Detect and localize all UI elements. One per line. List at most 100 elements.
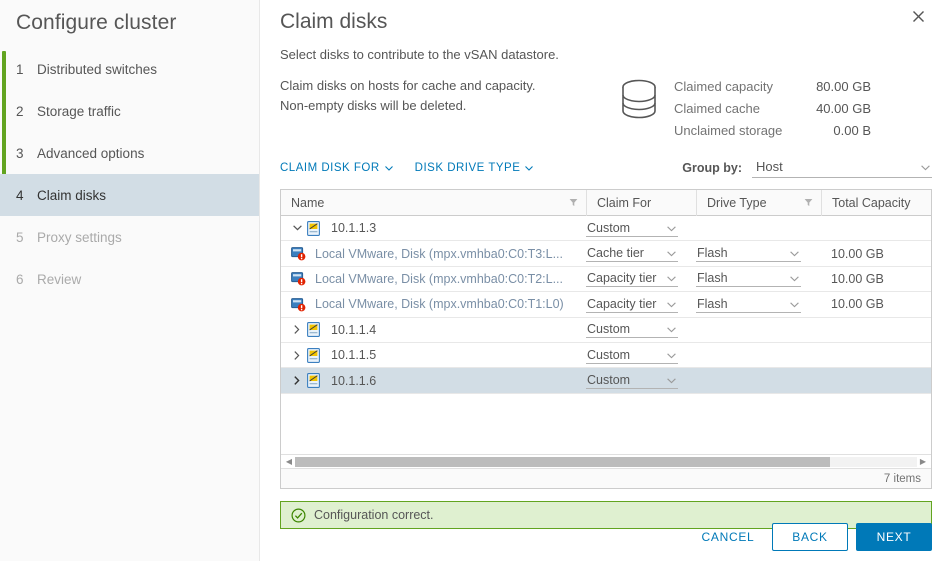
sidebar-step-storage-traffic[interactable]: 2 Storage traffic xyxy=(0,90,259,132)
horizontal-scrollbar[interactable]: ◀ ▶ xyxy=(281,454,931,468)
chevron-down-icon xyxy=(525,162,534,174)
claim-for-value: Capacity tier xyxy=(587,271,657,286)
row-name-cell: Local VMware, Disk (mpx.vmhba0:C0:T3:L..… xyxy=(281,241,586,265)
row-name-cell: 10.1.1.5 xyxy=(281,343,586,367)
back-button[interactable]: BACK xyxy=(772,523,848,551)
description-line-1: Claim disks on hosts for cache and capac… xyxy=(280,78,536,93)
claim-disks-panel: Claim disks Select disks to contribute t… xyxy=(260,0,940,561)
filter-icon[interactable] xyxy=(569,196,578,210)
group-by-label: Group by: xyxy=(682,161,742,175)
capacity-label: Claimed capacity xyxy=(674,79,773,94)
row-claim-cell: Custom xyxy=(586,368,696,392)
host-icon xyxy=(307,220,325,236)
next-button[interactable]: NEXT xyxy=(856,523,932,551)
claim-description: Claim disks on hosts for cache and capac… xyxy=(280,76,610,116)
step-number: 6 xyxy=(16,271,24,287)
sidebar-step-claim-disks[interactable]: 4 Claim disks xyxy=(0,174,259,216)
column-header-total-capacity[interactable]: Total Capacity xyxy=(821,189,931,216)
column-header-name[interactable]: Name xyxy=(281,190,586,216)
table-header-row: Name Claim For Drive Type Total Capacity xyxy=(281,189,931,216)
row-claim-cell: Custom xyxy=(586,216,696,240)
claim-for-select[interactable]: Custom xyxy=(586,347,678,364)
table-row[interactable]: 10.1.1.3 Custom xyxy=(281,216,931,242)
check-circle-icon xyxy=(291,507,306,523)
disk-error-icon xyxy=(291,297,309,312)
column-label: Drive Type xyxy=(707,195,767,210)
table-row[interactable]: 10.1.1.6 Custom xyxy=(281,368,931,394)
drive-type-select[interactable]: Flash xyxy=(696,270,801,288)
triangle-left-icon[interactable]: ◀ xyxy=(283,457,295,466)
drive-type-value: Flash xyxy=(697,271,728,286)
filter-label: CLAIM DISK FOR xyxy=(280,162,380,174)
step-label: Claim disks xyxy=(37,187,107,203)
sidebar-step-advanced-options[interactable]: 3 Advanced options xyxy=(0,132,259,174)
column-header-drive-type[interactable]: Drive Type xyxy=(696,189,821,216)
row-capacity-cell xyxy=(821,318,931,342)
step-label: Storage traffic xyxy=(37,103,121,119)
claim-for-value: Capacity tier xyxy=(587,296,657,311)
table-row[interactable]: 10.1.1.4 Custom xyxy=(281,318,931,343)
host-name: 10.1.1.6 xyxy=(331,373,377,388)
capacity-row: Unclaimed storage 0.00 B xyxy=(674,120,871,142)
database-icon xyxy=(618,78,660,125)
claim-for-select[interactable]: Capacity tier xyxy=(586,270,678,288)
claim-for-select[interactable]: Capacity tier xyxy=(586,296,678,313)
filter-icon[interactable] xyxy=(804,196,813,210)
row-claim-cell: Cache tier xyxy=(586,241,696,265)
sidebar-step-proxy-settings: 5 Proxy settings xyxy=(0,216,259,258)
table-body: 10.1.1.3 Custom Local VMware, Disk (mpx.… xyxy=(281,216,931,454)
row-claim-cell: Custom xyxy=(586,343,696,367)
claim-for-select[interactable]: Custom xyxy=(586,372,678,390)
row-name-cell: 10.1.1.6 xyxy=(281,368,586,392)
row-drive-cell: Flash xyxy=(696,241,821,265)
table-row[interactable]: Local VMware, Disk (mpx.vmhba0:C0:T1:L0)… xyxy=(281,292,931,318)
capacity-label: Claimed cache xyxy=(674,101,760,116)
claim-for-select[interactable]: Cache tier xyxy=(586,245,678,263)
column-label: Name xyxy=(291,195,325,210)
chevron-right-icon[interactable] xyxy=(289,350,305,360)
row-claim-cell: Capacity tier xyxy=(586,267,696,291)
chevron-down-icon xyxy=(790,246,799,260)
chevron-down-icon xyxy=(921,159,930,174)
capacity-row: Claimed cache 40.00 GB xyxy=(674,98,871,120)
chevron-right-icon[interactable] xyxy=(289,376,305,385)
scrollbar-thumb[interactable] xyxy=(295,456,830,467)
row-drive-cell xyxy=(696,318,821,342)
chevron-right-icon[interactable] xyxy=(289,325,305,335)
group-by-select[interactable]: Host xyxy=(752,159,932,178)
row-drive-cell: Flash xyxy=(696,292,821,316)
close-icon[interactable] xyxy=(906,4,930,28)
scrollbar-track[interactable] xyxy=(295,456,917,467)
filter-claim-disk-for[interactable]: CLAIM DISK FOR xyxy=(280,162,393,174)
claim-for-select[interactable]: Custom xyxy=(586,220,678,237)
step-label: Advanced options xyxy=(37,145,145,161)
row-name-cell: 10.1.1.3 xyxy=(281,216,586,240)
drive-type-select[interactable]: Flash xyxy=(696,245,801,263)
host-name: 10.1.1.5 xyxy=(331,348,377,363)
disk-error-icon xyxy=(291,246,309,261)
row-drive-cell xyxy=(696,216,821,240)
wizard-sidebar: Configure cluster 1 Distributed switches… xyxy=(0,0,260,561)
wizard-title: Configure cluster xyxy=(16,11,177,34)
description-line-2: Non-empty disks will be deleted. xyxy=(280,98,467,113)
capacity-row: Claimed capacity 80.00 GB xyxy=(674,76,871,98)
disk-name: Local VMware, Disk (mpx.vmhba0:C0:T1:L0) xyxy=(315,297,564,312)
drive-type-select[interactable]: Flash xyxy=(696,296,801,313)
table-row[interactable]: Local VMware, Disk (mpx.vmhba0:C0:T3:L..… xyxy=(281,241,931,267)
chevron-down-icon xyxy=(667,348,676,362)
host-icon xyxy=(307,373,325,388)
claim-for-select[interactable]: Custom xyxy=(586,321,678,339)
row-claim-cell: Capacity tier xyxy=(586,292,696,316)
cancel-button[interactable]: CANCEL xyxy=(690,523,766,551)
triangle-right-icon[interactable]: ▶ xyxy=(917,457,929,466)
chevron-down-icon[interactable] xyxy=(289,225,305,231)
step-label: Distributed switches xyxy=(37,61,158,77)
sidebar-step-distributed-switches[interactable]: 1 Distributed switches xyxy=(0,48,259,90)
filter-disk-drive-type[interactable]: DISK DRIVE TYPE xyxy=(415,162,534,174)
step-number: 3 xyxy=(16,145,24,161)
table-row[interactable]: Local VMware, Disk (mpx.vmhba0:C0:T2:L..… xyxy=(281,267,931,293)
row-capacity-cell: 10.00 GB xyxy=(831,271,884,286)
chevron-down-icon xyxy=(667,221,676,235)
table-row[interactable]: 10.1.1.5 Custom xyxy=(281,343,931,369)
column-header-claim-for[interactable]: Claim For xyxy=(586,189,696,216)
